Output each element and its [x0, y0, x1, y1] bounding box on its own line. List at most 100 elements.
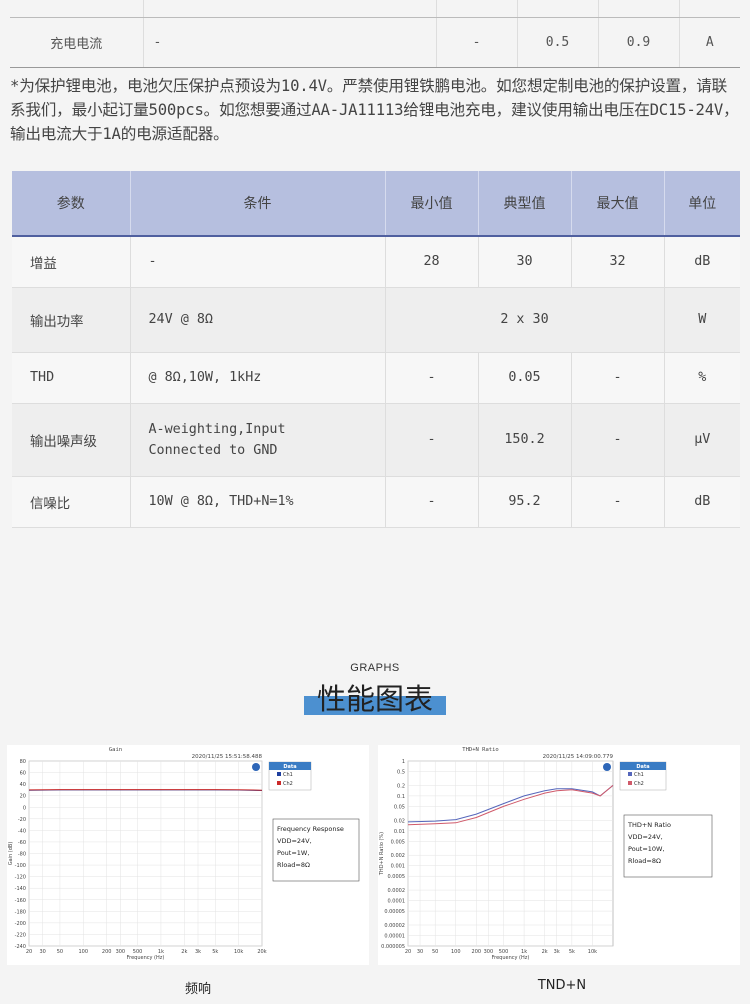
typ-cell: 150.2	[478, 403, 572, 477]
unit-cell: μV	[664, 403, 740, 477]
legend-title: Data	[283, 764, 296, 770]
y-tick-label: 0.0002	[388, 888, 406, 894]
annotation-line: VDD=24V,	[628, 833, 663, 841]
chart-title: THD+N Ratio	[462, 747, 498, 753]
annotation-line: Pout=1W,	[277, 849, 309, 857]
y-tick-label: -160	[15, 898, 26, 904]
x-tick-label: 5k	[212, 949, 218, 955]
x-axis-label: Frequency (Hz)	[127, 955, 165, 961]
y-tick-label: 0.00005	[384, 909, 405, 915]
cond-cell: @ 8Ω,10W, 1kHz	[130, 352, 386, 404]
param-cell: 输出功率	[12, 287, 131, 353]
legend-swatch	[277, 781, 281, 785]
legend-entry: Ch2	[283, 781, 293, 787]
x-tick-label: 10k	[588, 949, 597, 955]
graphs-title: 性能图表	[316, 682, 433, 716]
y-tick-label: 0.00001	[384, 933, 405, 939]
graphs-label: GRAPHS	[350, 662, 400, 674]
caption-frequency-response: 频响	[184, 982, 211, 997]
typ-cell: 95.2	[478, 476, 572, 528]
min-cell: -	[385, 476, 479, 528]
cond-line-2: Connected to GND	[148, 442, 278, 458]
y-axis-label: THD+N Ratio (%)	[379, 832, 385, 876]
legend-swatch	[277, 772, 281, 776]
gain-plot: Gain 2020/11/25 15:51:58.488 80 60 40 20 0 -20-…	[7, 745, 369, 965]
header-param: 参数	[12, 171, 131, 237]
spec-table: 参数 条件 最小值 典型值 最大值 单位 增益 - 28 30 32 dB 输出…	[12, 171, 740, 528]
legend-entry: Ch1	[634, 772, 644, 778]
y-tick-label: 0.00002	[384, 923, 405, 929]
annotation-line: VDD=24V,	[277, 837, 312, 845]
y-tick-label: 0.05	[394, 804, 405, 810]
header-unit: 单位	[664, 171, 740, 237]
thd-plot: THD+N Ratio 2020/11/25 14:09:00.779 1 0.5 0.…	[378, 745, 740, 965]
battery-note: *为保护锂电池，电池欠压保护点预设为10.4V。严禁使用锂铁鹏电池。如您想定制电…	[10, 77, 739, 143]
x-tick-label: 300	[116, 949, 126, 955]
spec-header-row: 参数 条件 最小值 典型值 最大值 单位	[12, 171, 740, 237]
y-tick-label: -120	[15, 875, 26, 881]
chart-timestamp: 2020/11/25 15:51:58.488	[192, 754, 263, 760]
x-tick-label: 5k	[569, 949, 575, 955]
param-cell: 增益	[12, 236, 131, 288]
param-cell: THD	[12, 352, 131, 404]
y-tick-label: -80	[18, 852, 26, 858]
y-tick-label: -60	[18, 840, 26, 846]
y-tick-label: -200	[15, 921, 26, 927]
caption-thd: TND+N	[537, 978, 587, 993]
min-cell: 28	[385, 236, 479, 288]
param-cell: 信噪比	[12, 476, 131, 528]
y-tick-label: 80	[20, 759, 26, 765]
x-tick-label: 200	[102, 949, 112, 955]
max-cell: -	[571, 403, 665, 477]
y-tick-label: 0.002	[391, 853, 405, 859]
typ-cell: 0.05	[478, 352, 572, 404]
plot-area	[407, 760, 614, 947]
max-cell: -	[571, 352, 665, 404]
min-cell: -	[385, 352, 479, 404]
charging-table: 充电电流 - - 0.5 0.9 A	[10, 0, 740, 68]
x-tick-label: 20k	[257, 949, 266, 955]
legend-swatch	[628, 781, 632, 785]
x-tick-label: 50	[57, 949, 63, 955]
y-tick-label: 60	[20, 771, 26, 777]
x-axis-label: Frequency (Hz)	[492, 955, 530, 961]
y-axis-label: Gain (dB)	[8, 842, 14, 866]
y-tick-label: 0.001	[391, 864, 405, 870]
chart-timestamp: 2020/11/25 14:09:00.779	[543, 754, 614, 760]
x-tick-label: 2k	[542, 949, 548, 955]
x-tick-label: 2k	[181, 949, 187, 955]
y-tick-label: -180	[15, 909, 26, 915]
table-row: 增益 - 28 30 32 dB	[12, 236, 740, 288]
cond-line-1: A-weighting,Input	[148, 421, 286, 437]
cond-cell: -	[130, 236, 386, 288]
legend-entry: Ch2	[634, 781, 644, 787]
annotation-line: Pout=10W,	[628, 845, 665, 853]
header-min: 最小值	[385, 171, 479, 237]
legend-swatch	[628, 772, 632, 776]
y-tick-label: 0	[23, 805, 26, 811]
x-tick-label: 20	[26, 949, 32, 955]
y-tick-label: -20	[18, 817, 26, 823]
x-tick-label: 200	[472, 949, 482, 955]
ap-logo-icon	[252, 763, 260, 771]
cond-cell: 10W @ 8Ω, THD+N=1%	[130, 476, 386, 528]
typ-cell: 0.5	[517, 17, 599, 68]
y-tick-label: -100	[15, 863, 26, 869]
y-tick-label: 1	[402, 759, 405, 765]
header-typ: 典型值	[478, 171, 572, 237]
charging-current-row: 充电电流 - - 0.5 0.9 A	[10, 17, 740, 68]
y-tick-label: 0.01	[394, 829, 405, 835]
x-tick-label: 3k	[195, 949, 201, 955]
y-tick-label: 0.1	[397, 794, 405, 800]
y-tick-label: 40	[20, 782, 26, 788]
x-tick-label: 3k	[554, 949, 560, 955]
max-cell: 32	[571, 236, 665, 288]
x-tick-label: 50	[432, 949, 438, 955]
annotation-line: Rload=8Ω	[628, 857, 661, 865]
x-tick-label: 30	[417, 949, 423, 955]
y-tick-label: 0.0005	[388, 874, 406, 880]
chart-title: Gain	[109, 747, 122, 753]
max-cell: -	[571, 476, 665, 528]
unit-cell: dB	[664, 236, 740, 288]
legend-title: Data	[636, 764, 649, 770]
